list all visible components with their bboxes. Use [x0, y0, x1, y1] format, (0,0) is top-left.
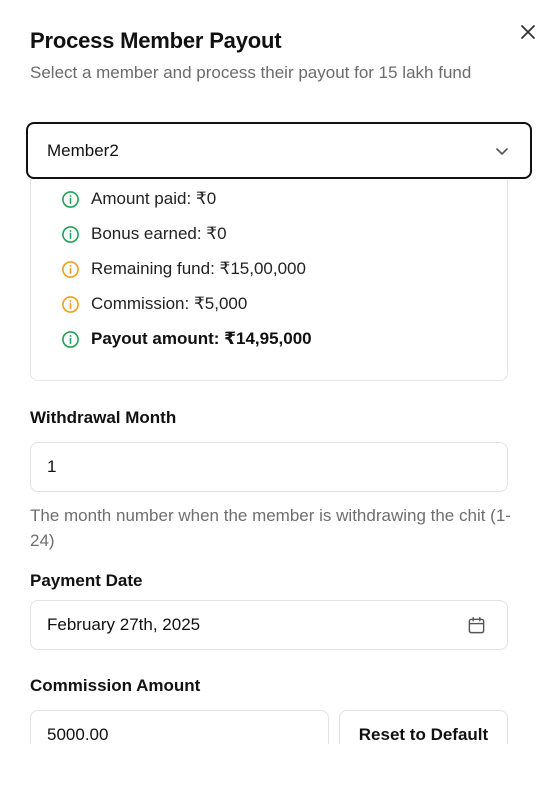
- calendar-icon: [467, 616, 486, 635]
- info-circle-icon: [61, 225, 80, 244]
- member-select-value: Member2: [47, 140, 119, 160]
- summary-item-remaining-fund: Remaining fund: ₹15,00,000: [61, 259, 306, 279]
- close-icon: [521, 25, 535, 39]
- info-circle-icon: [61, 260, 80, 279]
- summary-item-text: Commission: ₹5,000: [91, 294, 248, 313]
- withdrawal-month-help: The month number when the member is with…: [30, 506, 511, 550]
- payout-dialog: Process Member Payout Select a member an…: [0, 0, 547, 787]
- summary-item-bonus: Bonus earned: ₹0: [61, 224, 227, 244]
- commission-amount-input[interactable]: 5000.00: [30, 710, 329, 744]
- payment-date-value: February 27th, 2025: [47, 615, 201, 634]
- withdrawal-month-value: 1: [47, 457, 57, 476]
- summary-item-text: Amount paid: ₹0: [91, 189, 217, 208]
- info-circle-icon: [61, 330, 80, 349]
- member-select[interactable]: Member2: [26, 122, 532, 179]
- summary-item-text: Bonus earned: ₹0: [91, 224, 227, 243]
- dialog-body[interactable]: Amount paid: ₹0 Bonus earned: ₹0 Remaini…: [0, 120, 547, 744]
- dialog-title: Process Member Payout: [30, 28, 282, 53]
- reset-to-default-button[interactable]: Reset to Default: [339, 710, 508, 744]
- summary-item-text: Payout amount: ₹14,95,000: [91, 329, 312, 348]
- commission-amount-value: 5000.00: [47, 725, 109, 744]
- info-circle-icon: [61, 295, 80, 314]
- payment-date-label: Payment Date: [30, 571, 143, 590]
- summary-item-payout-amount: Payout amount: ₹14,95,000: [61, 329, 312, 349]
- withdrawal-month-input[interactable]: 1: [30, 442, 508, 492]
- withdrawal-month-label: Withdrawal Month: [30, 408, 177, 427]
- close-button[interactable]: [514, 18, 542, 46]
- summary-item-amount-paid: Amount paid: ₹0: [61, 189, 216, 209]
- info-circle-icon: [61, 190, 80, 209]
- payment-date-picker[interactable]: February 27th, 2025: [30, 600, 508, 650]
- chevron-down-icon: [494, 143, 510, 159]
- reset-to-default-label: Reset to Default: [358, 725, 489, 744]
- commission-amount-label: Commission Amount: [30, 676, 201, 695]
- summary-item-text: Remaining fund: ₹15,00,000: [91, 259, 306, 278]
- summary-item-commission: Commission: ₹5,000: [61, 294, 247, 314]
- dialog-subtitle: Select a member and process their payout…: [30, 63, 472, 82]
